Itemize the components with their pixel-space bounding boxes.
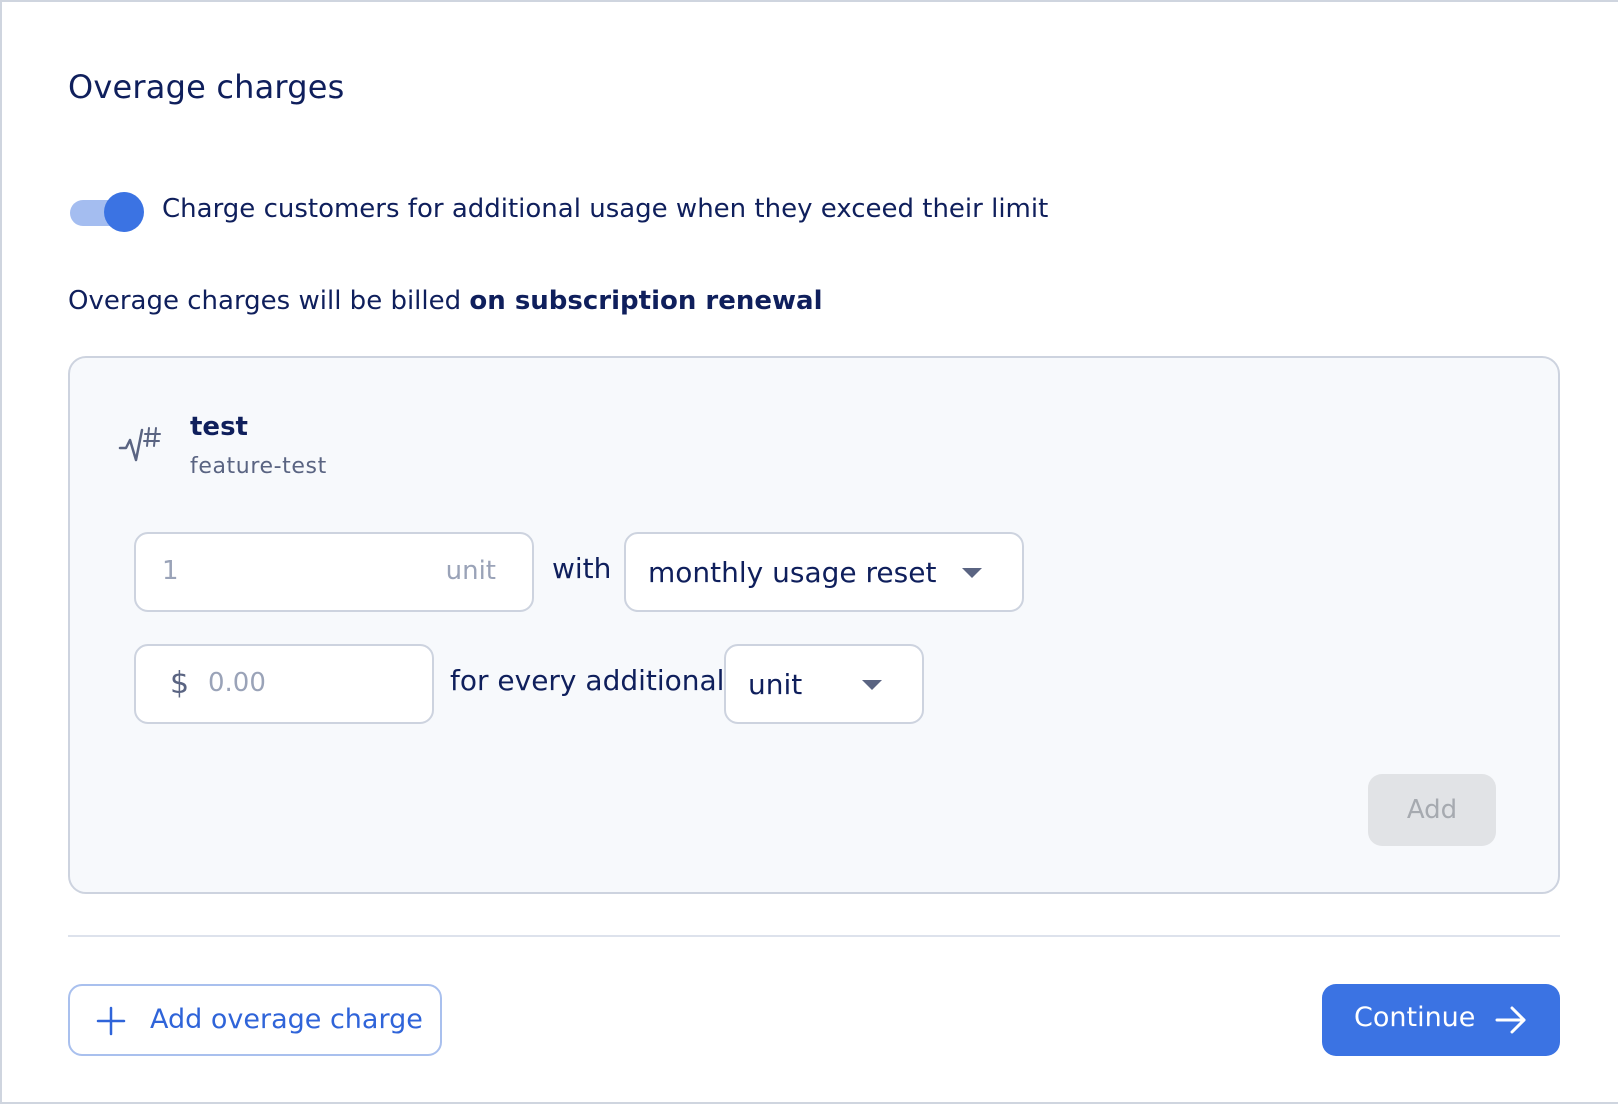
overage-charges-panel: Overage charges Charge customers for add… [0, 0, 1618, 1104]
continue-label: Continue [1354, 1002, 1476, 1033]
usage-metric-icon [118, 427, 161, 462]
chevron-down-icon [962, 568, 982, 578]
overage-charge-card: test feature-test 1 unit with monthly us… [68, 356, 1560, 894]
billing-unit-value: unit [748, 668, 803, 701]
chevron-down-icon [862, 680, 882, 690]
add-overage-charge-label: Add overage charge [150, 1004, 423, 1035]
billing-note: Overage charges will be billed on subscr… [68, 286, 823, 316]
included-units-suffix: unit [445, 556, 496, 586]
price-placeholder: 0.00 [208, 668, 266, 698]
arrow-right-icon [1495, 1006, 1526, 1034]
plus-icon [96, 1006, 126, 1036]
feature-id: feature-test [190, 454, 327, 479]
toggle-knob [104, 192, 144, 232]
billing-note-prefix: Overage charges will be billed [68, 286, 470, 316]
included-units-input[interactable]: 1 unit [134, 532, 534, 612]
with-text: with [552, 552, 612, 585]
overage-toggle[interactable] [68, 192, 144, 232]
feature-name: test [190, 412, 248, 442]
price-input[interactable]: $ 0.00 [134, 644, 434, 724]
section-title: Overage charges [68, 68, 345, 106]
billing-unit-select[interactable]: unit [724, 644, 924, 724]
for-every-text: for every additional [450, 664, 725, 697]
billing-note-bold: on subscription renewal [469, 286, 823, 316]
add-overage-charge-button[interactable]: Add overage charge [68, 984, 442, 1056]
add-button[interactable]: Add [1368, 774, 1496, 846]
divider [68, 935, 1560, 937]
toggle-label: Charge customers for additional usage wh… [162, 194, 1049, 224]
included-units-value: 1 [162, 556, 179, 586]
currency-symbol: $ [170, 666, 190, 701]
usage-reset-select[interactable]: monthly usage reset [624, 532, 1024, 612]
continue-button[interactable]: Continue [1322, 984, 1560, 1056]
usage-reset-value: monthly usage reset [648, 556, 937, 589]
